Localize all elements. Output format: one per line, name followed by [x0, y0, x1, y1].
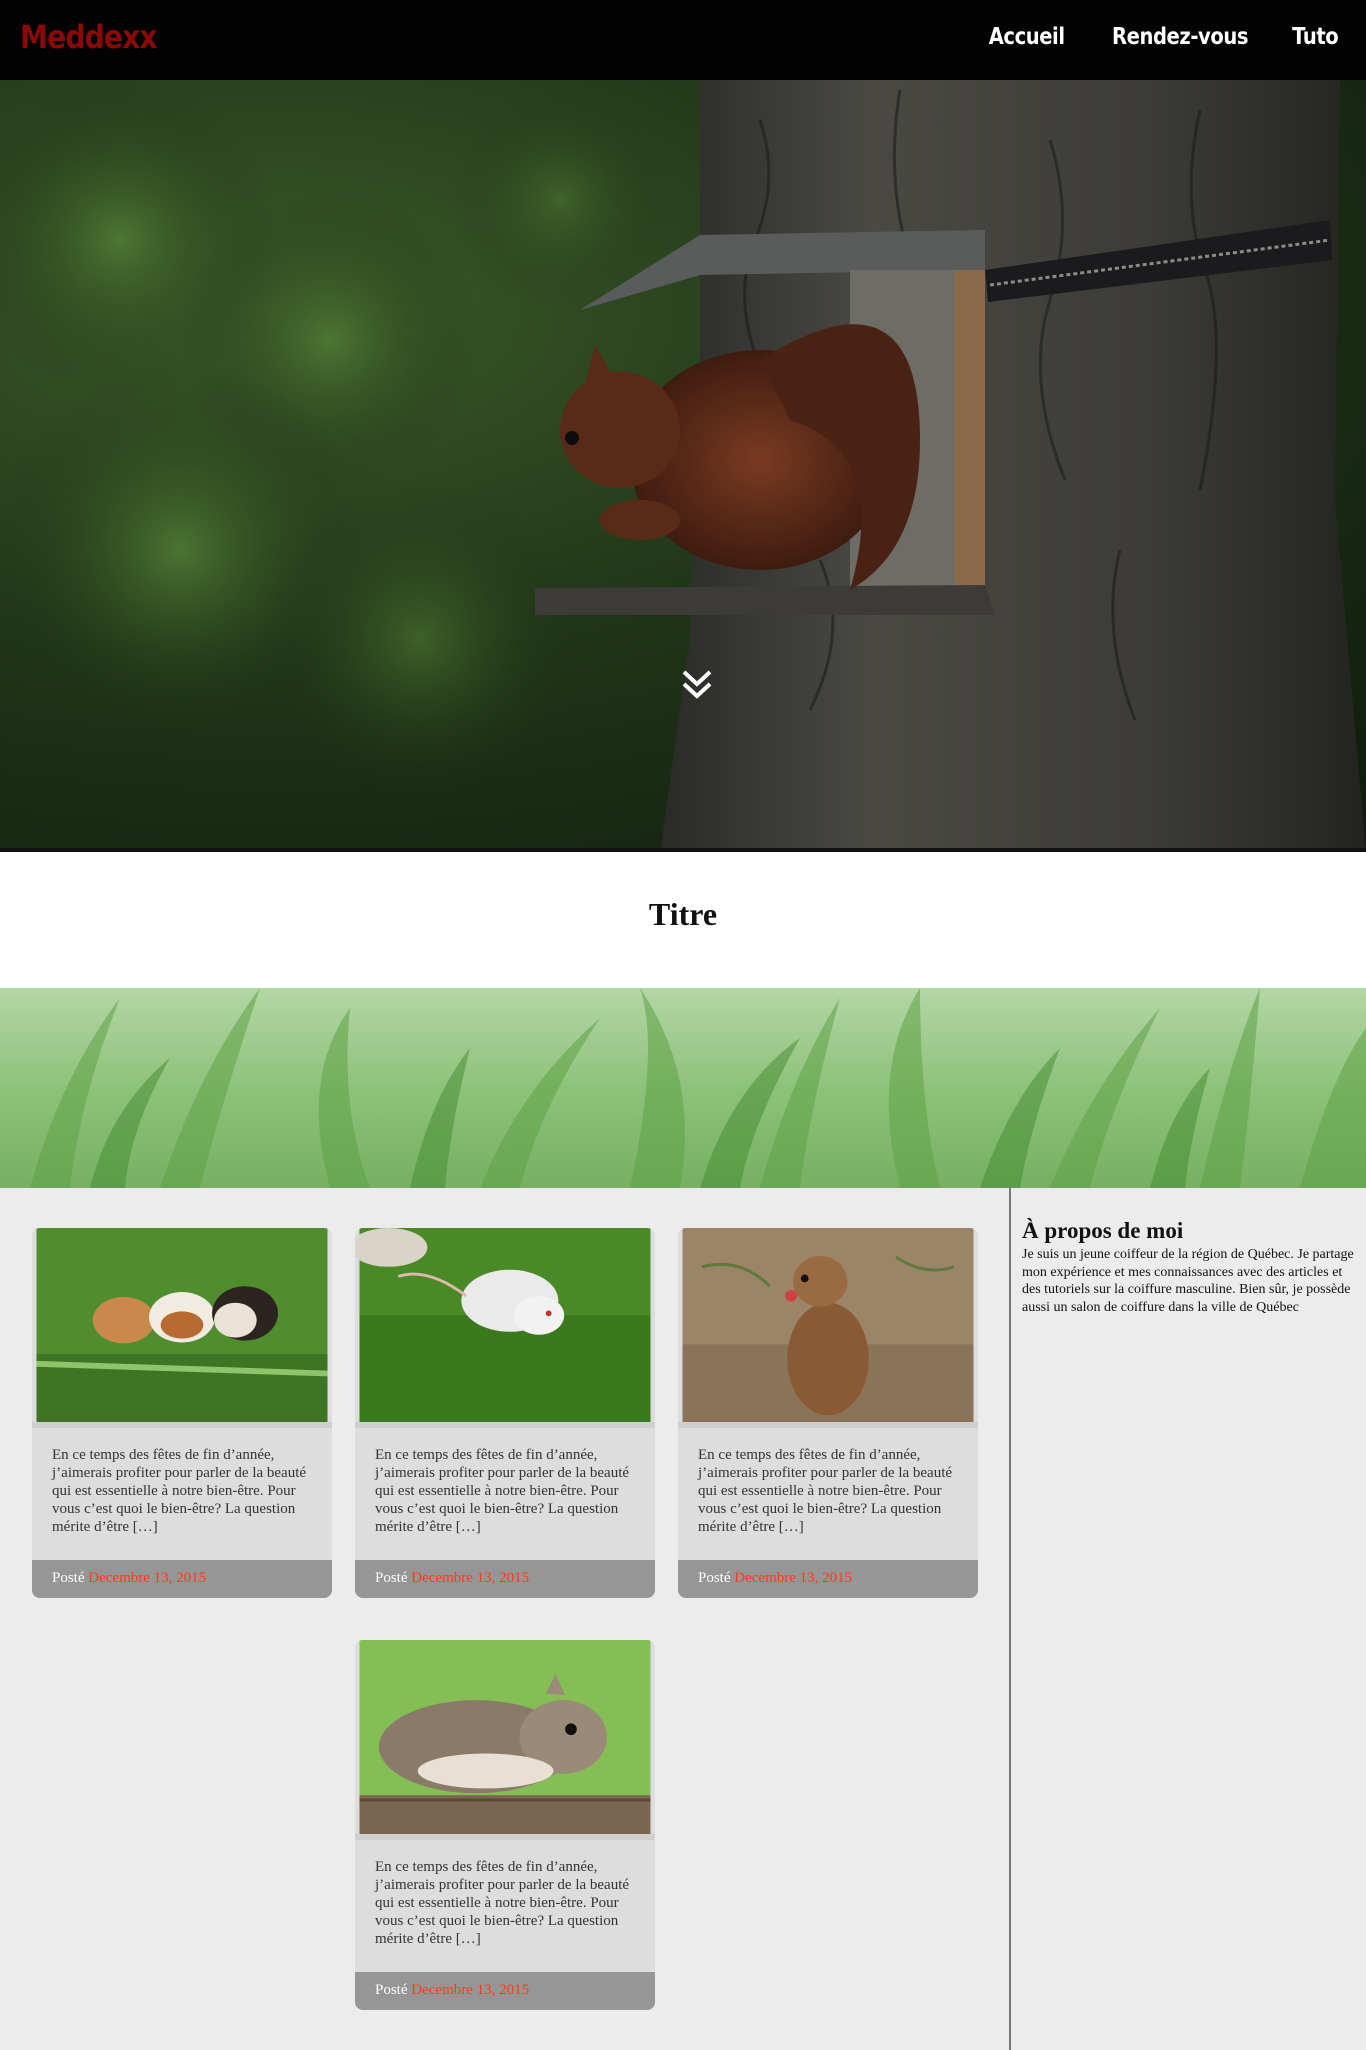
post-card[interactable]: En ce temps des fêtes de fin d’année, j’… — [355, 1228, 655, 1598]
post-excerpt: En ce temps des fêtes de fin d’année, j’… — [698, 1447, 953, 1535]
about-sidebar: À propos de moi Je suis un jeune coiffeu… — [1022, 1218, 1354, 1316]
post-excerpt: En ce temps des fêtes de fin d’année, j’… — [375, 1859, 630, 1947]
top-navbar: Meddexx Accueil Rendez-vous Tuto — [0, 0, 1366, 80]
nav-item-tuto[interactable]: Tuto — [1292, 24, 1339, 50]
post-footer: Posté Decembre 13, 2015 — [355, 1972, 655, 2010]
posted-label: Posté — [52, 1570, 85, 1586]
post-card[interactable]: En ce temps des fêtes de fin d’année, j’… — [678, 1228, 978, 1598]
post-card[interactable]: En ce temps des fêtes de fin d’année, j’… — [32, 1228, 332, 1598]
post-date[interactable]: Decembre 13, 2015 — [411, 1982, 529, 1998]
page-title: Titre — [648, 896, 718, 932]
post-footer: Posté Decembre 13, 2015 — [355, 1560, 655, 1598]
about-text: Je suis un jeune coiffeur de la région d… — [1022, 1247, 1354, 1315]
posted-label: Posté — [375, 1982, 408, 1998]
post-excerpt: En ce temps des fêtes de fin d’année, j’… — [52, 1447, 307, 1535]
guinea-pigs-photo[interactable] — [32, 1228, 332, 1428]
grass-illustration — [30, 988, 1366, 1188]
grass-banner-image — [0, 988, 1366, 1188]
post-excerpt: En ce temps des fêtes de fin d’année, j’… — [375, 1447, 630, 1535]
nav-menu: Accueil Rendez-vous Tuto — [982, 24, 1342, 50]
white-rat-photo[interactable] — [355, 1228, 655, 1428]
hero-squirrel-image — [0, 80, 1366, 852]
grey-squirrel-photo[interactable] — [355, 1640, 655, 1840]
nav-item-accueil[interactable]: Accueil — [989, 24, 1065, 50]
prairie-dog-photo[interactable] — [678, 1228, 978, 1428]
brand-logo[interactable]: Meddexx — [20, 18, 158, 56]
about-heading: À propos de moi — [1022, 1218, 1184, 1243]
post-date[interactable]: Decembre 13, 2015 — [411, 1570, 529, 1586]
nav-item-rendez-vous[interactable]: Rendez-vous — [1112, 24, 1248, 50]
sidebar-divider — [1009, 1188, 1011, 2050]
hero-illustration — [0, 80, 1366, 852]
double-chevron-down-icon[interactable] — [680, 668, 714, 702]
post-footer: Posté Decembre 13, 2015 — [678, 1560, 978, 1598]
post-date[interactable]: Decembre 13, 2015 — [734, 1570, 852, 1586]
post-date[interactable]: Decembre 13, 2015 — [88, 1570, 206, 1586]
post-card[interactable]: En ce temps des fêtes de fin d’année, j’… — [355, 1640, 655, 2010]
post-footer: Posté Decembre 13, 2015 — [32, 1560, 332, 1598]
posted-label: Posté — [698, 1570, 731, 1586]
posted-label: Posté — [375, 1570, 408, 1586]
